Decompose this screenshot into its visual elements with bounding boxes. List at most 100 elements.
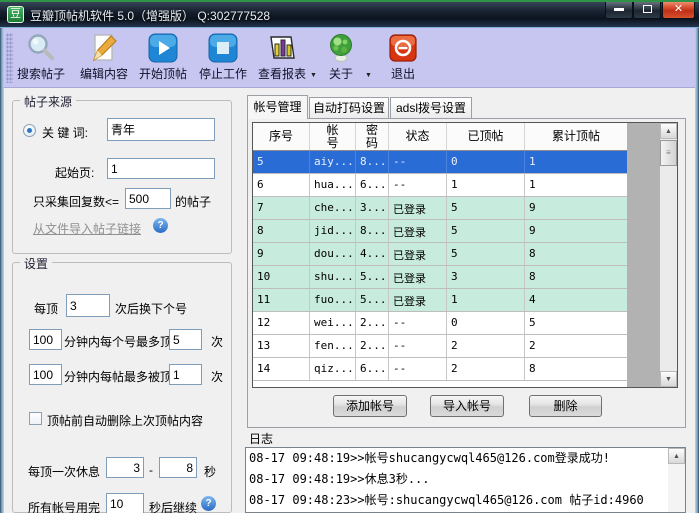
help-icon[interactable]: ? bbox=[201, 496, 216, 511]
keyword-input[interactable] bbox=[107, 118, 215, 141]
cell-bumped: 5 bbox=[447, 197, 525, 219]
close-button[interactable]: ✕ bbox=[662, 0, 695, 19]
log-scrollbar[interactable]: ▲ bbox=[668, 448, 685, 512]
cell-id: 7 bbox=[253, 197, 310, 219]
auto-delete-label: 顶帖前自动删除上次顶帖内容 bbox=[47, 414, 204, 428]
scroll-down-icon[interactable]: ▼ bbox=[660, 371, 677, 387]
table-row-7[interactable]: 7 che... 3... 已登录 5 9 bbox=[253, 197, 627, 220]
table-row-12[interactable]: 12 wei... 2... -- 0 5 bbox=[253, 312, 627, 335]
times-suffix: 次 bbox=[211, 335, 224, 349]
table-row-6[interactable]: 6 hua... 6... -- 1 1 bbox=[253, 174, 627, 197]
cell-status: 已登录 bbox=[389, 289, 447, 311]
minutes-per-account-text: 分钟内每个号最多顶 bbox=[64, 335, 173, 349]
rest-prefix: 每顶一次休息 bbox=[28, 465, 101, 479]
column-header-status[interactable]: 状态 bbox=[389, 123, 447, 150]
app-window: 豆 豆瓣顶帖机软件 5.0（增强版） Q:302777528 ✕ 搜索帖子 编辑… bbox=[0, 0, 699, 513]
about-dropdown-arrow-icon[interactable]: ▼ bbox=[365, 72, 372, 79]
cell-status: -- bbox=[389, 312, 447, 334]
view-report-button[interactable]: 查看报表 bbox=[249, 31, 315, 85]
column-header-bumped[interactable]: 已顶帖 bbox=[447, 123, 525, 150]
log-line: 08-17 09:48:23>>帐号:shucangycwql465@126.c… bbox=[249, 493, 644, 507]
cell-account: aiy... bbox=[310, 151, 356, 173]
reply-filter-input[interactable] bbox=[125, 188, 171, 209]
cell-account: jid... bbox=[310, 220, 356, 242]
scroll-up-icon[interactable]: ▲ bbox=[660, 123, 677, 139]
start-page-input[interactable] bbox=[107, 158, 215, 179]
keyword-radio[interactable] bbox=[23, 124, 36, 137]
log-scroll-up-icon[interactable]: ▲ bbox=[668, 448, 685, 464]
cell-account: dou... bbox=[310, 243, 356, 265]
rest-min-input[interactable] bbox=[106, 457, 144, 478]
toolbar-item-label: 编辑内容 bbox=[79, 67, 128, 81]
exit-button[interactable]: 退出 bbox=[374, 31, 432, 85]
cell-account: fen... bbox=[310, 335, 356, 357]
table-scrollbar[interactable]: ▲ ≡ ▼ bbox=[660, 123, 677, 387]
help-icon[interactable]: ? bbox=[153, 218, 168, 233]
tab-auto-captcha[interactable]: 自动打码设置 bbox=[309, 97, 389, 119]
scrollbar-thumb[interactable]: ≡ bbox=[660, 140, 677, 166]
maximize-button[interactable] bbox=[633, 0, 661, 19]
rest-max-input[interactable] bbox=[159, 457, 197, 478]
cell-total: 8 bbox=[529, 362, 536, 375]
account-table: 序号 帐号 密码 状态 已顶帖 累计顶帖 5 aiy... 8... -- 0 1 6 hua… bbox=[252, 122, 678, 388]
table-row-13[interactable]: 13 fen... 2... -- 2 2 bbox=[253, 335, 627, 358]
cell-password: 8... bbox=[356, 151, 389, 173]
table-row-5[interactable]: 5 aiy... 8... -- 0 1 bbox=[253, 151, 627, 174]
minimize-button[interactable] bbox=[605, 0, 633, 19]
max-bumps-per-account-input[interactable] bbox=[169, 329, 202, 350]
per-account-count-input[interactable] bbox=[66, 294, 110, 317]
cell-bumped: 3 bbox=[447, 266, 525, 288]
cell-id: 8 bbox=[253, 220, 310, 242]
cell-account: fuo... bbox=[310, 289, 356, 311]
toolbar-item-label: 搜索帖子 bbox=[16, 67, 65, 81]
table-filler-area bbox=[627, 123, 660, 387]
titlebar: 豆 豆瓣顶帖机软件 5.0（增强版） Q:302777528 ✕ bbox=[0, 0, 699, 28]
log-line: 08-17 09:48:19>>休息3秒... bbox=[249, 472, 430, 486]
reply-filter-suffix: 的帖子 bbox=[175, 195, 212, 209]
log-box: 08-17 09:48:19>>帐号shucangycwql465@126.co… bbox=[245, 447, 686, 513]
toolbar-item-label: 停止工作 bbox=[198, 67, 247, 81]
minutes-per-account-input[interactable] bbox=[29, 329, 62, 350]
cell-id: 14 bbox=[253, 358, 310, 380]
table-row-14[interactable]: 14 qiz... 6... -- 2 8 bbox=[253, 358, 627, 381]
about-button[interactable]: 关于 bbox=[312, 31, 370, 85]
table-row-11[interactable]: 11 fuo... 5... 已登录 1 4 bbox=[253, 289, 627, 312]
import-account-button[interactable]: 导入帐号 bbox=[430, 395, 504, 417]
reply-filter-prefix: 只采集回复数<= bbox=[33, 195, 120, 209]
report-chart-icon bbox=[270, 36, 295, 59]
minimize-icon bbox=[614, 8, 624, 11]
cell-password: 6... bbox=[356, 358, 389, 380]
toolbar-item-label: 查看报表 bbox=[257, 67, 306, 81]
stop-work-button[interactable]: 停止工作 bbox=[190, 31, 256, 85]
add-account-button[interactable]: 添加帐号 bbox=[333, 395, 407, 417]
tab-account-management[interactable]: 帐号管理 bbox=[247, 95, 308, 119]
edit-content-button[interactable]: 编辑内容 bbox=[71, 31, 137, 85]
table-row-8[interactable]: 8 jid... 8... 已登录 5 9 bbox=[253, 220, 627, 243]
auto-delete-checkbox[interactable] bbox=[29, 412, 42, 425]
settings-group-title: 设置 bbox=[20, 255, 53, 272]
start-bump-button[interactable]: 开始顶帖 bbox=[130, 31, 196, 85]
search-posts-button[interactable]: 搜索帖子 bbox=[8, 31, 74, 85]
table-row-10[interactable]: 10 shu... 5... 已登录 3 8 bbox=[253, 266, 627, 289]
cell-password: 8... bbox=[356, 220, 389, 242]
column-header-account[interactable]: 帐号 bbox=[310, 123, 356, 150]
column-header-total[interactable]: 累计顶帖 bbox=[525, 123, 627, 150]
max-bumps-per-post-input[interactable] bbox=[169, 364, 202, 385]
toolbar-item-label: 退出 bbox=[390, 67, 415, 81]
cell-password: 2... bbox=[356, 312, 389, 334]
column-header-password[interactable]: 密码 bbox=[356, 123, 389, 150]
cell-status: -- bbox=[389, 358, 447, 380]
column-header-id[interactable]: 序号 bbox=[253, 123, 310, 150]
cell-id: 12 bbox=[253, 312, 310, 334]
minutes-per-post-input[interactable] bbox=[29, 364, 62, 385]
continue-seconds-input[interactable] bbox=[106, 493, 144, 513]
stop-icon bbox=[208, 33, 238, 63]
delete-account-button[interactable]: 删除 bbox=[529, 395, 602, 417]
cell-total: 1 bbox=[529, 155, 536, 168]
window-title: 豆瓣顶帖机软件 5.0（增强版） Q:302777528 bbox=[30, 9, 271, 23]
cell-bumped: 1 bbox=[447, 289, 525, 311]
import-links-from-file-link[interactable]: 从文件导入帖子链接 bbox=[33, 220, 141, 237]
tab-adsl-dial[interactable]: adsl拨号设置 bbox=[390, 97, 472, 119]
cell-status: 已登录 bbox=[389, 243, 447, 265]
table-row-9[interactable]: 9 dou... 4... 已登录 5 8 bbox=[253, 243, 627, 266]
